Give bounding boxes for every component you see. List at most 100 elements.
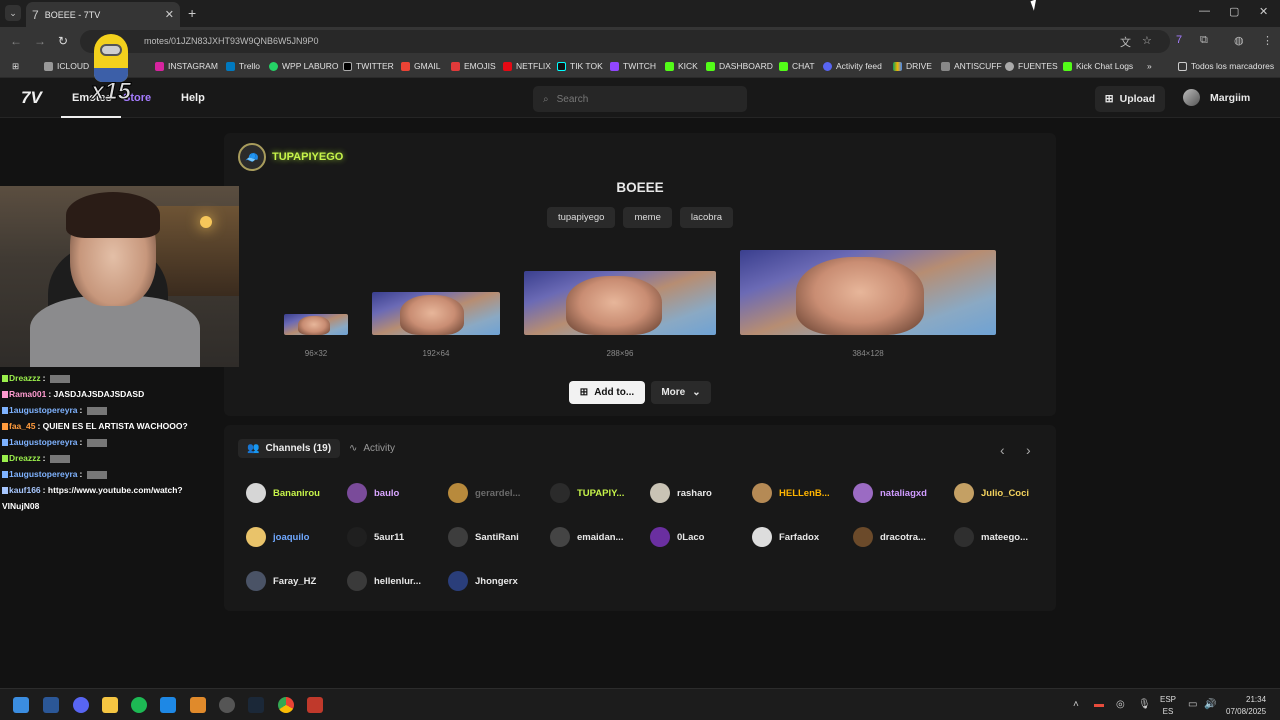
channel-item[interactable]: baulo	[347, 483, 399, 503]
channel-item[interactable]: emaidan...	[550, 527, 623, 547]
chrome-icon[interactable]	[278, 697, 294, 713]
channel-item[interactable]: rasharo	[650, 483, 712, 503]
more-button[interactable]: More ⌄	[651, 381, 711, 404]
bookmark-instagram[interactable]: INSTAGRAM	[155, 61, 218, 71]
tag[interactable]: lacobra	[679, 207, 734, 228]
bookmark-gmail[interactable]: GMAIL	[401, 61, 440, 71]
bookmark-kick[interactable]: KICK	[665, 61, 698, 71]
channel-item[interactable]: hellenlur...	[347, 571, 421, 591]
apps-icon[interactable]: ⊞	[12, 61, 19, 72]
windows-start-icon[interactable]	[13, 697, 29, 713]
bookmark-emojis[interactable]: EMOJIS	[451, 61, 496, 71]
channel-name: dracotra...	[880, 531, 926, 543]
channel-name: baulo	[374, 487, 400, 499]
widgets-icon[interactable]	[43, 697, 59, 713]
channel-item[interactable]: SantiRani	[448, 527, 519, 547]
bookmark-fuentes[interactable]: FUENTES	[1005, 61, 1058, 71]
maximize-icon[interactable]: ▢	[1229, 5, 1239, 18]
bookmark-twitch[interactable]: TWITCH	[610, 61, 656, 71]
tab-activity[interactable]: ∿ Activity	[340, 439, 404, 458]
channel-item[interactable]: 0Laco	[650, 527, 704, 547]
tag[interactable]: meme	[623, 207, 672, 228]
next-page-icon[interactable]: ›	[1026, 442, 1031, 458]
add-to-button[interactable]: ⊞ Add to...	[569, 381, 645, 404]
bookmark-star-icon[interactable]: ☆	[1142, 34, 1152, 47]
channel-name: joaquilo	[273, 531, 310, 543]
menu-icon[interactable]: ⋮	[1262, 34, 1273, 47]
network-icon[interactable]: ▭	[1188, 699, 1197, 710]
minimize-icon[interactable]: —	[1199, 5, 1210, 17]
bookmark-activity-feed[interactable]: Activity feed	[823, 61, 882, 71]
forward-icon[interactable]: →	[34, 34, 46, 48]
new-tab-icon[interactable]: +	[188, 5, 196, 21]
tab-active[interactable]: 7 BOEEE - 7TV ✕	[26, 2, 180, 27]
channel-item[interactable]: gerardel...	[448, 483, 520, 503]
tab-close-icon[interactable]: ✕	[165, 8, 174, 21]
file-explorer-icon[interactable]	[102, 697, 118, 713]
bookmark-antiscuff[interactable]: ANTISCUFF	[941, 61, 1002, 71]
mic-icon[interactable]: 🎙	[1138, 699, 1151, 710]
bookmark-kick-chat-logs[interactable]: Kick Chat Logs	[1063, 61, 1133, 71]
tag[interactable]: tupapiyego	[546, 207, 616, 228]
bookmark-dashboard[interactable]: DASHBOARD	[706, 61, 773, 71]
more-bookmarks-icon[interactable]: »	[1147, 61, 1152, 71]
bookmark-drive[interactable]: DRIVE	[893, 61, 932, 71]
discord-icon[interactable]	[73, 697, 89, 713]
channel-item[interactable]: HELLenB...	[752, 483, 830, 503]
bookmark-netflix[interactable]: NETFLIX	[503, 61, 551, 71]
bookmark-chat[interactable]: CHAT	[779, 61, 815, 71]
language-indicator[interactable]: ESP ES	[1160, 694, 1176, 718]
reload-icon[interactable]: ↻	[58, 34, 68, 48]
channel-item[interactable]: mateego...	[954, 527, 1028, 547]
extensions-icon[interactable]: ⧉	[1200, 34, 1208, 47]
clock[interactable]: 21:34 07/08/2025	[1226, 694, 1266, 718]
channel-item[interactable]: 5aur11	[347, 527, 404, 547]
search-input[interactable]: ⌕ Search	[533, 86, 747, 112]
upload-button[interactable]: ⊞ Upload	[1095, 86, 1165, 112]
url-field[interactable]: motes/01JZN83JXHT93W9QNB6W5JN9P0	[80, 30, 1170, 53]
tray-app-icon[interactable]: ▬	[1094, 699, 1104, 710]
webcam-overlay	[0, 186, 239, 367]
emote-owner[interactable]: 🧢 TUPAPIYEGO	[238, 143, 343, 171]
nav-help[interactable]: Help	[181, 92, 205, 104]
minion-overlay-image: x15	[88, 34, 134, 110]
bookmark-trello[interactable]: Trello	[226, 61, 260, 71]
channel-item[interactable]: TUPAPIY...	[550, 483, 624, 503]
chat-message: Rama001: JASDJAJSDAJSDASD	[0, 386, 240, 402]
tab-search-button[interactable]: ⌄	[5, 5, 21, 21]
bookmark-twitter[interactable]: TWITTER	[343, 61, 394, 71]
7tv-logo[interactable]: 7V	[21, 88, 42, 108]
channel-item[interactable]: nataliagxd	[853, 483, 927, 503]
spotify-icon[interactable]	[131, 697, 147, 713]
channel-item[interactable]: Julio_Coci	[954, 483, 1029, 503]
channel-item[interactable]: Jhongerx	[448, 571, 518, 591]
bookmark-all[interactable]: Todos los marcadores	[1178, 61, 1274, 71]
emote-title: BOEEE	[616, 180, 664, 195]
avatar	[550, 483, 570, 503]
obs-icon[interactable]	[219, 697, 235, 713]
7tv-extension-icon[interactable]: 7	[1176, 34, 1182, 46]
chevron-down-icon: ⌄	[692, 387, 701, 398]
bookmark-wpp[interactable]: WPP LABURO	[269, 61, 339, 71]
notepad-icon[interactable]	[160, 697, 176, 713]
bookmark-tiktok[interactable]: TIK TOK	[557, 61, 603, 71]
volume-icon[interactable]: 🔊	[1204, 699, 1216, 710]
prev-page-icon[interactable]: ‹	[1000, 442, 1005, 458]
profile-icon[interactable]: ◍	[1234, 34, 1244, 47]
close-window-icon[interactable]: ✕	[1259, 5, 1268, 18]
steam-icon[interactable]	[248, 697, 264, 713]
tray-chevron-icon[interactable]: ˄	[1073, 699, 1079, 710]
back-icon[interactable]: ←	[10, 34, 22, 48]
channel-item[interactable]: Faray_HZ	[246, 571, 316, 591]
channel-item[interactable]: joaquilo	[246, 527, 309, 547]
tray-steam-icon[interactable]: ◎	[1116, 699, 1125, 710]
translate-icon[interactable]: 文	[1120, 34, 1131, 50]
voicemeeter-icon[interactable]	[307, 697, 323, 713]
channel-item[interactable]: Farfadox	[752, 527, 819, 547]
bookmark-icloud[interactable]: ICLOUD	[44, 61, 89, 71]
app-icon[interactable]	[190, 697, 206, 713]
user-menu[interactable]: Margiim	[1183, 89, 1250, 106]
tab-channels[interactable]: 👥 Channels (19)	[238, 439, 341, 458]
channel-item[interactable]: dracotra...	[853, 527, 926, 547]
channel-item[interactable]: Bananirou	[246, 483, 320, 503]
